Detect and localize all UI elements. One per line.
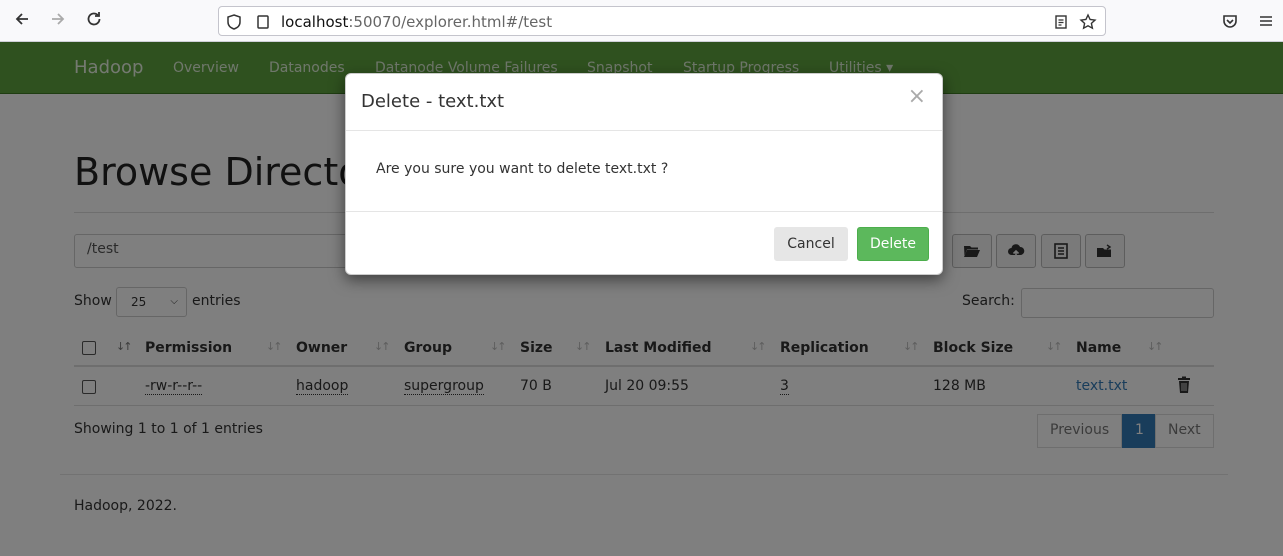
delete-button[interactable]: Delete bbox=[857, 227, 929, 261]
url-path: :50070/explorer.html#/test bbox=[348, 13, 553, 31]
modal-message: Are you sure you want to delete text.txt… bbox=[376, 161, 669, 177]
close-icon[interactable]: × bbox=[908, 86, 926, 108]
modal-header: Delete - text.txt × bbox=[346, 74, 942, 131]
reload-icon[interactable] bbox=[83, 10, 105, 32]
modal-footer: Cancel Delete bbox=[346, 211, 942, 275]
menu-icon[interactable] bbox=[1257, 12, 1275, 30]
bookmark-star-icon[interactable] bbox=[1079, 13, 1097, 31]
url-host: localhost bbox=[281, 13, 349, 31]
shield-icon[interactable] bbox=[225, 13, 243, 31]
pocket-icon[interactable] bbox=[1221, 12, 1239, 30]
modal-title: Delete - text.txt bbox=[361, 91, 505, 112]
back-icon[interactable] bbox=[11, 10, 33, 32]
browser-toolbar: localhost:50070/explorer.html#/test bbox=[0, 0, 1283, 42]
page-icon bbox=[257, 15, 269, 29]
delete-modal: Delete - text.txt × Are you sure you wan… bbox=[345, 73, 943, 275]
reader-view-icon[interactable] bbox=[1053, 14, 1069, 30]
url-text[interactable]: localhost:50070/explorer.html#/test bbox=[281, 13, 552, 31]
forward-icon[interactable] bbox=[47, 10, 69, 32]
cancel-button[interactable]: Cancel bbox=[774, 227, 848, 261]
url-bar[interactable]: localhost:50070/explorer.html#/test bbox=[218, 6, 1106, 36]
